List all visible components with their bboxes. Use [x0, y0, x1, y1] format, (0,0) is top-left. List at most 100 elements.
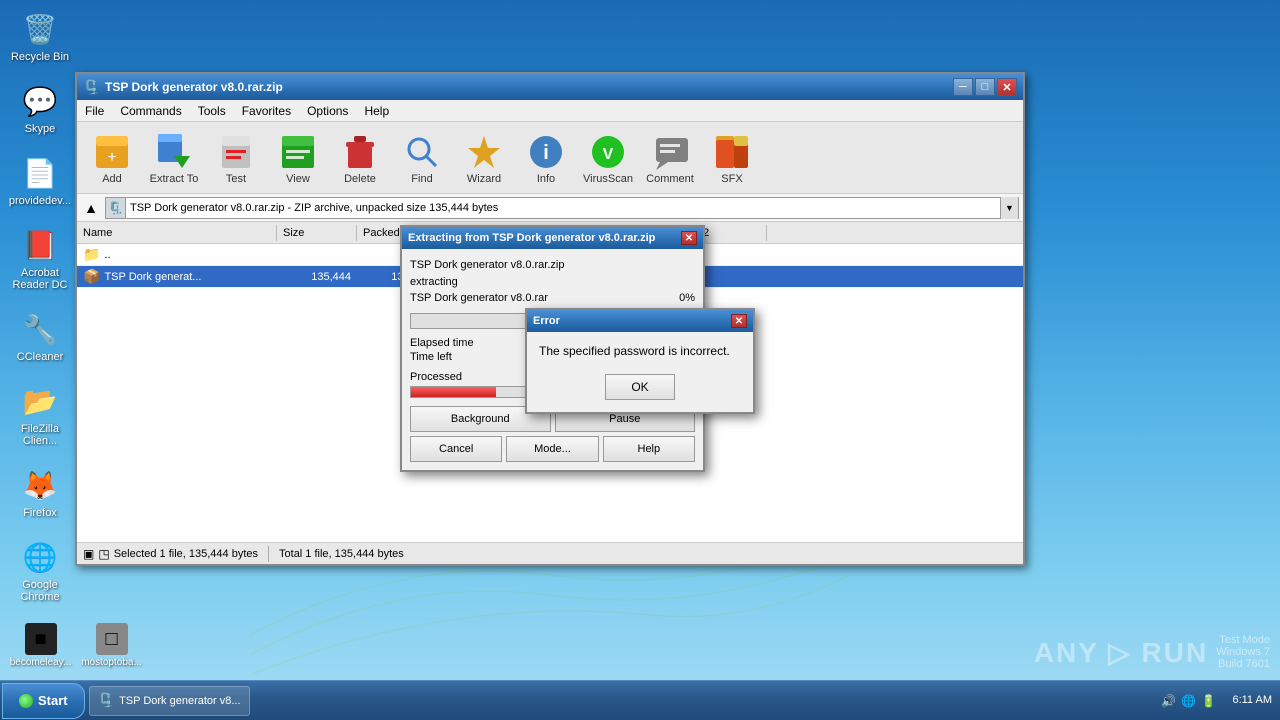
extract-file-info: TSP Dork generator v8.0.rar.zip extracti… [410, 257, 695, 307]
filezilla-label: FileZilla Clien... [5, 423, 75, 447]
shortcut-mostoptoba-icon: □ [96, 623, 128, 655]
toolbar-comment-btn[interactable]: Comment [641, 126, 699, 190]
error-dialog-close-btn[interactable]: ✕ [731, 314, 747, 328]
svg-text:V: V [603, 146, 614, 163]
menu-commands[interactable]: Commands [112, 102, 189, 120]
winrar-titlebar: 🗜️ TSP Dork generator v8.0.rar.zip ─ □ ✕ [77, 74, 1023, 100]
taskbar-winrar-app[interactable]: 🗜️ TSP Dork generator v8... [89, 686, 250, 716]
desktop-icon-ccleaner[interactable]: 🔧 CCleaner [5, 305, 75, 367]
info-icon: i [525, 131, 567, 173]
folder-icon: 📁 [83, 246, 100, 263]
add-icon: + [91, 131, 133, 173]
toolbar-info-btn[interactable]: i Info [517, 126, 575, 190]
address-text: TSP Dork generator v8.0.rar.zip - ZIP ar… [126, 202, 1000, 214]
acrobat-label: Acrobat Reader DC [5, 267, 75, 291]
col-header-name[interactable]: Name [77, 225, 277, 241]
winrar-addressbar: ▲ 🗜️ TSP Dork generator v8.0.rar.zip - Z… [77, 194, 1023, 222]
desktop-icon-chrome[interactable]: 🌐 Google Chrome [5, 533, 75, 607]
menu-options[interactable]: Options [299, 102, 356, 120]
menu-tools[interactable]: Tools [190, 102, 234, 120]
toolbar-test-btn[interactable]: Test [207, 126, 265, 190]
info-label: Info [537, 173, 555, 185]
menu-favorites[interactable]: Favorites [234, 102, 299, 120]
tray-network-icon[interactable]: 🌐 [1180, 693, 1196, 709]
add-label: Add [102, 173, 122, 185]
recycle-bin-icon: 🗑️ [20, 9, 60, 49]
shortcut-mostoptoba[interactable]: □ mostoptoba... [79, 619, 144, 672]
status-divider [268, 546, 269, 562]
anyrun-info: Test Mode Windows 7 Build 7601 [1216, 634, 1270, 670]
desktop-icon-word[interactable]: 📄 providedev... [5, 149, 75, 211]
sfx-icon [711, 131, 753, 173]
col-header-size[interactable]: Size [277, 225, 357, 241]
address-dropdown-btn[interactable]: ▼ [1000, 197, 1018, 219]
extract-dialog-buttons-row2: Cancel Mode... Help [410, 436, 695, 462]
firefox-label: Firefox [5, 507, 75, 519]
toolbar-virusscan-btn[interactable]: V VirusScan [579, 126, 637, 190]
winrar-maximize-btn[interactable]: □ [975, 78, 995, 96]
toolbar-wizard-btn[interactable]: Wizard [455, 126, 513, 190]
toolbar-extract-btn[interactable]: Extract To [145, 126, 203, 190]
svg-text:i: i [543, 142, 549, 164]
time-left-label: Time left [410, 351, 474, 363]
tray-volume-icon[interactable]: 🔊 [1160, 693, 1176, 709]
extract-target: TSP Dork generator v8.0.rar [410, 290, 548, 307]
mode-btn[interactable]: Mode... [506, 436, 598, 462]
recycle-bin-label: Recycle Bin [5, 51, 75, 63]
winrar-statusbar: ▣ ◳ Selected 1 file, 135,444 bytes Total… [77, 542, 1023, 564]
file-icon-parent: 📁 .. [77, 246, 277, 263]
toolbar-view-btn[interactable]: View [269, 126, 327, 190]
elapsed-label: Elapsed time [410, 337, 474, 349]
status-icon-left: ▣ [83, 547, 94, 561]
status-icon-archive: ◳ [98, 547, 109, 561]
toolbar-delete-btn[interactable]: Delete [331, 126, 389, 190]
error-message: The specified password is incorrect. [539, 344, 741, 358]
taskbar-winrar-icon: 🗜️ [98, 692, 115, 709]
desktop-icon-skype[interactable]: 💬 Skype [5, 77, 75, 139]
toolbar-sfx-btn[interactable]: SFX [703, 126, 761, 190]
test-icon [215, 131, 257, 173]
menu-help[interactable]: Help [356, 102, 397, 120]
skype-icon: 💬 [20, 81, 60, 121]
taskbar: Start 🗜️ TSP Dork generator v8... 🔊 🌐 🔋 … [0, 680, 1280, 720]
extract-dialog-titlebar: Extracting from TSP Dork generator v8.0.… [402, 227, 703, 249]
start-orb [19, 694, 33, 708]
error-dialog-titlebar: Error ✕ [527, 310, 753, 332]
shortcut-becomeleay[interactable]: ■ becomeleay... [8, 619, 73, 672]
winrar-minimize-btn[interactable]: ─ [953, 78, 973, 96]
address-field: 🗜️ TSP Dork generator v8.0.rar.zip - ZIP… [105, 197, 1019, 219]
taskbar-winrar-label: TSP Dork generator v8... [119, 695, 240, 707]
start-button[interactable]: Start [2, 683, 85, 719]
help-btn[interactable]: Help [603, 436, 695, 462]
menu-file[interactable]: File [77, 102, 112, 120]
error-ok-btn[interactable]: OK [605, 374, 675, 400]
cancel-btn[interactable]: Cancel [410, 436, 502, 462]
file-name-cell: 📦 TSP Dork generat... [77, 268, 277, 285]
winrar-menubar: File Commands Tools Favorites Options He… [77, 100, 1023, 122]
desktop: 🗑️ Recycle Bin 💬 Skype 📄 providedev... 📕… [0, 0, 1280, 720]
extract-icon [153, 131, 195, 173]
start-label: Start [38, 693, 68, 708]
desktop-icon-recycle-bin[interactable]: 🗑️ Recycle Bin [5, 5, 75, 67]
toolbar-add-btn[interactable]: + Add [83, 126, 141, 190]
virusscan-label: VirusScan [583, 173, 633, 185]
comment-label: Comment [646, 173, 694, 185]
firefox-icon: 🦊 [20, 465, 60, 505]
back-button[interactable]: ▲ [81, 198, 101, 218]
taskbar-clock[interactable]: 6:11 AM [1224, 693, 1280, 708]
winrar-close-btn[interactable]: ✕ [997, 78, 1017, 96]
desktop-icon-firefox[interactable]: 🦊 Firefox [5, 461, 75, 523]
error-dialog-title: Error [533, 315, 731, 327]
shortcut-becomeleay-icon: ■ [25, 623, 57, 655]
desktop-icon-acrobat[interactable]: 📕 Acrobat Reader DC [5, 221, 75, 295]
desktop-icon-filezilla[interactable]: 📂 FileZilla Clien... [5, 377, 75, 451]
status-left-text: Selected 1 file, 135,444 bytes [114, 548, 258, 560]
toolbar-find-btn[interactable]: Find [393, 126, 451, 190]
find-label: Find [411, 173, 432, 185]
tray-battery-icon: 🔋 [1200, 693, 1216, 709]
extract-dialog-close-btn[interactable]: ✕ [681, 231, 697, 245]
extract-processed-fill [411, 387, 496, 397]
extract-dialog-title: Extracting from TSP Dork generator v8.0.… [408, 232, 681, 244]
find-icon [401, 131, 443, 173]
winrar-toolbar: + Add Extract To [77, 122, 1023, 194]
